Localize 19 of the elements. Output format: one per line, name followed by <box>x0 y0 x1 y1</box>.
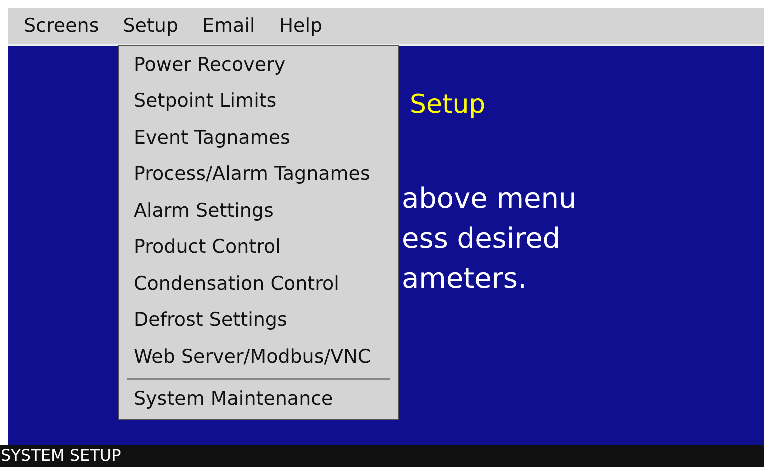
dropdown-item[interactable]: Power Recovery <box>119 47 398 84</box>
screen-title: Setup <box>409 89 486 122</box>
dropdown-item[interactable]: Product Control <box>119 230 398 266</box>
status-text: SYSTEM SETUP <box>1 448 122 464</box>
dropdown-item[interactable]: Setpoint Limits <box>119 84 398 120</box>
menu-item[interactable]: Setup <box>119 16 183 36</box>
menu-item[interactable]: Screens <box>20 16 104 36</box>
menu-item[interactable]: Email <box>198 16 260 36</box>
dropdown-item[interactable]: Condensation Control <box>119 266 398 302</box>
dropdown-item[interactable]: Process/Alarm Tagnames <box>119 156 398 193</box>
menu-item[interactable]: Help <box>275 16 327 36</box>
instruction-text: above menu <box>402 181 577 217</box>
instruction-text: ess desired <box>402 221 561 257</box>
dropdown-item[interactable]: Web Server/Modbus/VNC <box>119 339 398 376</box>
dropdown-item[interactable]: Defrost Settings <box>119 302 398 339</box>
dropdown-item[interactable]: System Maintenance <box>119 382 398 418</box>
dropdown-item[interactable]: Event Tagnames <box>119 120 398 156</box>
dropdown-item[interactable]: Alarm Settings <box>119 193 398 230</box>
instruction-text: ameters. <box>402 261 527 297</box>
